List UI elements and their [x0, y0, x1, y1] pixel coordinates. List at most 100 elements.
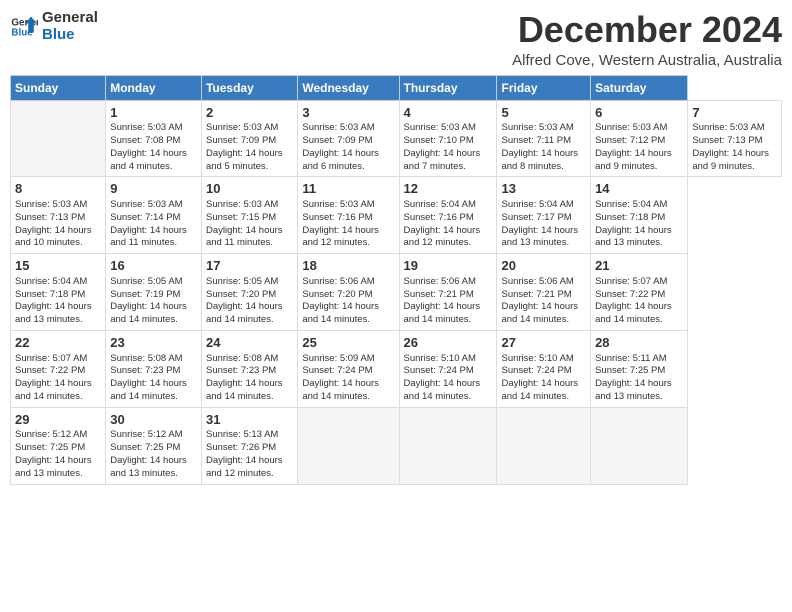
calendar-cell: [399, 407, 497, 484]
calendar-week-row: 1Sunrise: 5:03 AMSunset: 7:08 PMDaylight…: [11, 100, 782, 177]
calendar-cell: 28Sunrise: 5:11 AMSunset: 7:25 PMDayligh…: [591, 330, 688, 407]
day-number: 25: [302, 334, 394, 352]
subtitle: Alfred Cove, Western Australia, Australi…: [512, 52, 782, 69]
header-sunday: Sunday: [11, 75, 106, 100]
day-number: 8: [15, 180, 101, 198]
sunrise-text: Sunrise: 5:03 AM: [206, 122, 278, 133]
day-number: 13: [501, 180, 586, 198]
daylight-text: Daylight: 14 hours and 11 minutes.: [110, 225, 187, 249]
sunset-text: Sunset: 7:14 PM: [110, 212, 180, 223]
calendar-cell: 20Sunrise: 5:06 AMSunset: 7:21 PMDayligh…: [497, 254, 591, 331]
calendar-cell: 3Sunrise: 5:03 AMSunset: 7:09 PMDaylight…: [298, 100, 399, 177]
sunrise-text: Sunrise: 5:11 AM: [595, 353, 667, 364]
calendar-cell: [11, 100, 106, 177]
sunrise-text: Sunrise: 5:10 AM: [404, 353, 476, 364]
sunrise-text: Sunrise: 5:03 AM: [15, 199, 87, 210]
sunset-text: Sunset: 7:25 PM: [110, 442, 180, 453]
daylight-text: Daylight: 14 hours and 14 minutes.: [501, 378, 578, 402]
sunset-text: Sunset: 7:25 PM: [15, 442, 85, 453]
day-number: 23: [110, 334, 197, 352]
calendar-cell: 24Sunrise: 5:08 AMSunset: 7:23 PMDayligh…: [201, 330, 297, 407]
day-number: 11: [302, 180, 394, 198]
sunrise-text: Sunrise: 5:12 AM: [15, 429, 87, 440]
month-title: December 2024: [512, 10, 782, 50]
daylight-text: Daylight: 14 hours and 9 minutes.: [692, 148, 769, 172]
sunset-text: Sunset: 7:24 PM: [501, 365, 571, 376]
calendar-week-row: 29Sunrise: 5:12 AMSunset: 7:25 PMDayligh…: [11, 407, 782, 484]
sunrise-text: Sunrise: 5:03 AM: [404, 122, 476, 133]
calendar-cell: 30Sunrise: 5:12 AMSunset: 7:25 PMDayligh…: [106, 407, 202, 484]
calendar-cell: 15Sunrise: 5:04 AMSunset: 7:18 PMDayligh…: [11, 254, 106, 331]
daylight-text: Daylight: 14 hours and 14 minutes.: [110, 378, 187, 402]
sunrise-text: Sunrise: 5:05 AM: [110, 276, 182, 287]
title-block: December 2024 Alfred Cove, Western Austr…: [512, 10, 782, 69]
sunrise-text: Sunrise: 5:06 AM: [302, 276, 374, 287]
calendar-cell: 22Sunrise: 5:07 AMSunset: 7:22 PMDayligh…: [11, 330, 106, 407]
sunrise-text: Sunrise: 5:03 AM: [110, 122, 182, 133]
daylight-text: Daylight: 14 hours and 14 minutes.: [404, 378, 481, 402]
sunset-text: Sunset: 7:23 PM: [110, 365, 180, 376]
sunrise-text: Sunrise: 5:09 AM: [302, 353, 374, 364]
calendar-cell: 11Sunrise: 5:03 AMSunset: 7:16 PMDayligh…: [298, 177, 399, 254]
sunset-text: Sunset: 7:23 PM: [206, 365, 276, 376]
logo-text-general: General: [42, 10, 98, 27]
calendar-cell: 23Sunrise: 5:08 AMSunset: 7:23 PMDayligh…: [106, 330, 202, 407]
sunset-text: Sunset: 7:17 PM: [501, 212, 571, 223]
day-number: 27: [501, 334, 586, 352]
daylight-text: Daylight: 14 hours and 11 minutes.: [206, 225, 283, 249]
calendar-cell: 26Sunrise: 5:10 AMSunset: 7:24 PMDayligh…: [399, 330, 497, 407]
sunset-text: Sunset: 7:12 PM: [595, 135, 665, 146]
sunrise-text: Sunrise: 5:03 AM: [692, 122, 764, 133]
calendar-cell: [497, 407, 591, 484]
day-number: 26: [404, 334, 493, 352]
daylight-text: Daylight: 14 hours and 12 minutes.: [206, 455, 283, 479]
daylight-text: Daylight: 14 hours and 14 minutes.: [404, 301, 481, 325]
sunrise-text: Sunrise: 5:05 AM: [206, 276, 278, 287]
sunset-text: Sunset: 7:08 PM: [110, 135, 180, 146]
day-number: 9: [110, 180, 197, 198]
calendar-week-row: 15Sunrise: 5:04 AMSunset: 7:18 PMDayligh…: [11, 254, 782, 331]
daylight-text: Daylight: 14 hours and 6 minutes.: [302, 148, 379, 172]
daylight-text: Daylight: 14 hours and 14 minutes.: [302, 378, 379, 402]
sunset-text: Sunset: 7:24 PM: [302, 365, 372, 376]
calendar-cell: [591, 407, 688, 484]
sunset-text: Sunset: 7:15 PM: [206, 212, 276, 223]
sunrise-text: Sunrise: 5:07 AM: [595, 276, 667, 287]
sunrise-text: Sunrise: 5:10 AM: [501, 353, 573, 364]
logo-icon: General Blue: [10, 13, 38, 41]
sunset-text: Sunset: 7:22 PM: [595, 289, 665, 300]
calendar-cell: 27Sunrise: 5:10 AMSunset: 7:24 PM Dayligh…: [497, 330, 591, 407]
sunrise-text: Sunrise: 5:13 AM: [206, 429, 278, 440]
daylight-text: Daylight: 14 hours and 7 minutes.: [404, 148, 481, 172]
daylight-text: Daylight: 14 hours and 10 minutes.: [15, 225, 92, 249]
sunset-text: Sunset: 7:20 PM: [302, 289, 372, 300]
sunrise-text: Sunrise: 5:03 AM: [110, 199, 182, 210]
day-number: 31: [206, 411, 293, 429]
header-wednesday: Wednesday: [298, 75, 399, 100]
logo: General Blue General Blue: [10, 10, 98, 43]
sunset-text: Sunset: 7:26 PM: [206, 442, 276, 453]
sunrise-text: Sunrise: 5:03 AM: [501, 122, 573, 133]
calendar-cell: 17Sunrise: 5:05 AMSunset: 7:20 PMDayligh…: [201, 254, 297, 331]
day-number: 14: [595, 180, 683, 198]
calendar-week-row: 8Sunrise: 5:03 AMSunset: 7:13 PMDaylight…: [11, 177, 782, 254]
daylight-text: Daylight: 14 hours and 14 minutes.: [206, 378, 283, 402]
header-monday: Monday: [106, 75, 202, 100]
day-number: 7: [692, 104, 777, 122]
day-number: 16: [110, 257, 197, 275]
sunset-text: Sunset: 7:16 PM: [302, 212, 372, 223]
day-number: 6: [595, 104, 683, 122]
daylight-text: Daylight: 14 hours and 13 minutes.: [595, 378, 672, 402]
day-number: 15: [15, 257, 101, 275]
day-number: 1: [110, 104, 197, 122]
day-number: 2: [206, 104, 293, 122]
daylight-text: Daylight: 14 hours and 5 minutes.: [206, 148, 283, 172]
sunrise-text: Sunrise: 5:06 AM: [404, 276, 476, 287]
daylight-text: Daylight: 14 hours and 13 minutes.: [501, 225, 578, 249]
sunset-text: Sunset: 7:20 PM: [206, 289, 276, 300]
day-number: 19: [404, 257, 493, 275]
header-tuesday: Tuesday: [201, 75, 297, 100]
day-number: 22: [15, 334, 101, 352]
sunset-text: Sunset: 7:18 PM: [595, 212, 665, 223]
day-number: 12: [404, 180, 493, 198]
